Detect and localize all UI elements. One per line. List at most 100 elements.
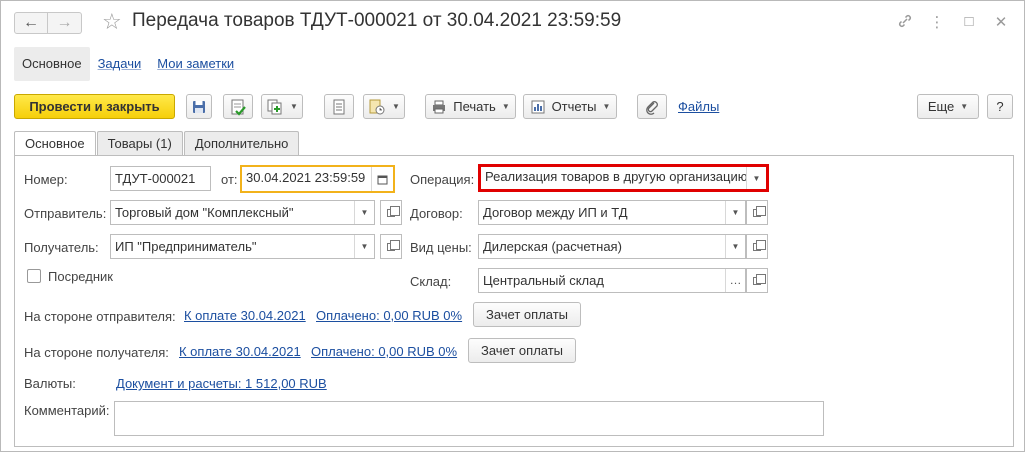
receiver-field[interactable]: ИП "Предприниматель" ▼ xyxy=(110,234,375,259)
warehouse-open-button[interactable] xyxy=(746,268,768,293)
section-notes[interactable]: Мои заметки xyxy=(149,47,242,81)
link-icon[interactable] xyxy=(896,13,914,33)
chevron-down-icon: ▼ xyxy=(602,102,611,111)
comment-textarea[interactable] xyxy=(114,401,824,436)
window-controls: ⋮ □ ✕ xyxy=(896,13,1010,33)
operation-field[interactable]: Реализация товаров в другую организацию … xyxy=(478,164,769,192)
sender-open-button[interactable] xyxy=(380,200,402,225)
date-field[interactable]: 30.04.2021 23:59:59 xyxy=(240,165,395,193)
receiver-side-paid-link[interactable]: Оплачено: 0,00 RUB 0% xyxy=(311,344,457,359)
close-icon[interactable]: ✕ xyxy=(992,13,1010,33)
files-link[interactable]: Файлы xyxy=(678,99,719,114)
open-window-icon xyxy=(387,205,400,217)
tab-additional[interactable]: Дополнительно xyxy=(183,131,300,156)
document-window: ← → ☆ Передача товаров ТДУТ-000021 от 30… xyxy=(0,0,1025,452)
page-title: Передача товаров ТДУТ-000021 от 30.04.20… xyxy=(132,10,622,31)
section-tasks[interactable]: Задачи xyxy=(90,47,150,81)
price-type-dropdown-button[interactable]: ▼ xyxy=(725,235,745,258)
print-label: Печать xyxy=(453,99,496,114)
tab-main[interactable]: Основное xyxy=(14,131,96,157)
operation-label: Операция: xyxy=(410,172,475,187)
favorite-star-icon[interactable]: ☆ xyxy=(102,9,122,35)
save-button[interactable] xyxy=(186,94,212,119)
intermediary-checkbox[interactable] xyxy=(27,269,41,283)
receiver-side-offset-button[interactable]: Зачет оплаты xyxy=(468,338,576,363)
currency-label: Валюты: xyxy=(24,376,76,391)
maximize-icon[interactable]: □ xyxy=(960,13,978,33)
receiver-open-button[interactable] xyxy=(380,234,402,259)
post-document-icon xyxy=(231,99,246,116)
create-based-on-button[interactable]: ▼ xyxy=(261,94,303,119)
tab-goods[interactable]: Товары (1) xyxy=(96,131,183,156)
contract-value: Договор между ИП и ТД xyxy=(483,205,628,220)
reports-label: Отчеты xyxy=(551,99,597,114)
date-label: от: xyxy=(221,172,238,187)
price-type-label: Вид цены: xyxy=(410,240,472,255)
receiver-side-label: На стороне получателя: xyxy=(24,345,169,360)
help-button[interactable]: ? xyxy=(987,94,1013,119)
report-chart-icon xyxy=(531,100,545,113)
warehouse-field[interactable]: Центральный склад … xyxy=(478,268,746,293)
price-type-field[interactable]: Дилерская (расчетная) ▼ xyxy=(478,234,746,259)
print-button[interactable]: Печать ▼ xyxy=(425,94,516,119)
contract-field[interactable]: Договор между ИП и ТД ▼ xyxy=(478,200,746,225)
forward-button[interactable]: → xyxy=(48,12,82,34)
open-window-icon xyxy=(753,273,766,285)
operation-dropdown-button[interactable]: ▼ xyxy=(746,167,766,189)
post-button[interactable] xyxy=(223,94,253,119)
chevron-down-icon: ▼ xyxy=(731,242,740,251)
chevron-down-icon: ▼ xyxy=(501,102,510,111)
price-type-value: Дилерская (расчетная) xyxy=(483,239,622,254)
reports-button[interactable]: Отчеты ▼ xyxy=(523,94,617,119)
intermediary-label: Посредник xyxy=(48,269,113,284)
save-icon xyxy=(193,100,205,113)
sender-field[interactable]: Торговый дом "Комплексный" ▼ xyxy=(110,200,375,225)
contract-open-button[interactable] xyxy=(746,200,768,225)
warehouse-label: Склад: xyxy=(410,274,452,289)
chevron-down-icon: ▼ xyxy=(731,208,740,217)
sender-value: Торговый дом "Комплексный" xyxy=(115,205,294,220)
contract-label: Договор: xyxy=(410,206,463,221)
receiver-label: Получатель: xyxy=(24,240,99,255)
related-documents-button[interactable]: ▼ xyxy=(363,94,405,119)
create-based-on-icon xyxy=(267,99,282,114)
receiver-side-payment-link[interactable]: К оплате 30.04.2021 xyxy=(179,344,301,359)
navigation-buttons: ← → xyxy=(14,12,82,34)
calendar-button[interactable] xyxy=(371,167,393,191)
open-window-icon xyxy=(387,239,400,251)
sender-dropdown-button[interactable]: ▼ xyxy=(354,201,374,224)
back-button[interactable]: ← xyxy=(14,12,48,34)
number-label: Номер: xyxy=(24,172,68,187)
section-main[interactable]: Основное xyxy=(14,47,90,81)
warehouse-select-button[interactable]: … xyxy=(725,269,745,292)
structure-button[interactable] xyxy=(324,94,354,119)
chevron-down-icon: ▼ xyxy=(360,242,369,251)
warehouse-value: Центральный склад xyxy=(483,273,604,288)
section-nav: Основное Задачи Мои заметки xyxy=(14,47,242,81)
date-value: 30.04.2021 23:59:59 xyxy=(246,170,366,185)
contract-dropdown-button[interactable]: ▼ xyxy=(725,201,745,224)
sender-side-payment-link[interactable]: К оплате 30.04.2021 xyxy=(184,308,306,323)
comment-label: Комментарий: xyxy=(24,403,110,418)
more-label: Еще xyxy=(927,99,955,114)
chevron-down-icon: ▼ xyxy=(752,173,761,183)
currency-link[interactable]: Документ и расчеты: 1 512,00 RUB xyxy=(116,376,327,391)
chevron-down-icon: ▼ xyxy=(392,102,400,111)
chevron-down-icon: ▼ xyxy=(960,102,969,111)
printer-icon xyxy=(433,100,446,113)
attach-button[interactable] xyxy=(637,94,667,119)
chevron-down-icon: ▼ xyxy=(290,102,298,111)
open-window-icon xyxy=(753,205,766,217)
price-type-open-button[interactable] xyxy=(746,234,768,259)
operation-value: Реализация товаров в другую организацию xyxy=(485,169,748,184)
more-button[interactable]: Еще ▼ xyxy=(917,94,979,119)
sender-side-offset-button[interactable]: Зачет оплаты xyxy=(473,302,581,327)
sender-side-paid-link[interactable]: Оплачено: 0,00 RUB 0% xyxy=(316,308,462,323)
paperclip-icon xyxy=(646,100,658,115)
calendar-icon xyxy=(377,175,388,184)
more-vertical-icon[interactable]: ⋮ xyxy=(928,13,946,33)
number-field[interactable]: ТДУТ-000021 xyxy=(110,166,211,191)
receiver-value: ИП "Предприниматель" xyxy=(115,239,257,254)
post-and-close-button[interactable]: Провести и закрыть xyxy=(14,94,175,119)
receiver-dropdown-button[interactable]: ▼ xyxy=(354,235,374,258)
